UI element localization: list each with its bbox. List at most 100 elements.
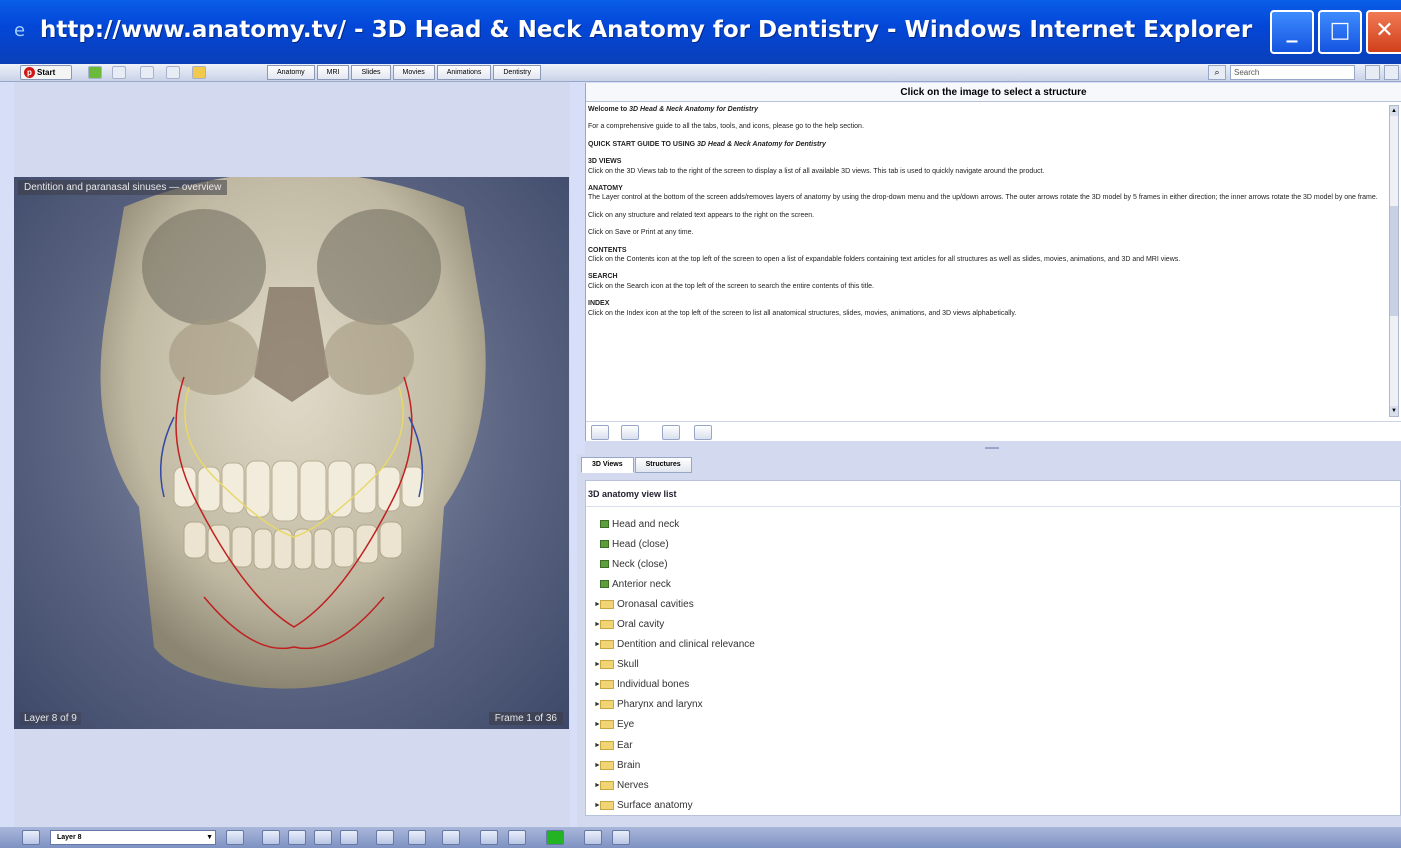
view-title-label: Dentition and paranasal sinuses — overvi…: [18, 180, 228, 195]
section-heading: ANATOMY: [588, 185, 623, 193]
highlight-toggle-icon[interactable]: [546, 830, 564, 845]
info-section: Click on any structure and related text …: [588, 211, 1388, 220]
folder-item[interactable]: ► Eye: [594, 715, 755, 735]
tab-anatomy[interactable]: Anatomy: [267, 65, 315, 80]
folder-item[interactable]: ► Pharynx and larynx: [594, 695, 755, 715]
tab-animations[interactable]: Animations: [436, 65, 492, 80]
index-icon[interactable]: [166, 66, 180, 79]
info-section: SEARCH Click on the Search icon at the to…: [588, 272, 1388, 291]
print-view-icon[interactable]: [480, 830, 498, 845]
section-text: Click on the Contents icon at the top le…: [588, 256, 1181, 264]
reset-view-icon[interactable]: [442, 830, 460, 845]
info-section: Click on Save or Print at any time.: [588, 228, 1388, 237]
list-item[interactable]: Head and neck: [594, 514, 755, 534]
list-item[interactable]: Head (close): [594, 534, 755, 554]
tab-movies[interactable]: Movies: [392, 65, 435, 80]
list-item[interactable]: Anterior neck: [594, 574, 755, 594]
folder-label: Ear: [617, 739, 633, 751]
next-icon[interactable]: [621, 425, 639, 440]
close-button[interactable]: ✕: [1366, 10, 1401, 54]
help-icon[interactable]: [1365, 65, 1380, 80]
rotate-right-icon[interactable]: [314, 830, 332, 845]
section-heading: SEARCH: [588, 273, 618, 281]
folder-label: Brain: [617, 759, 641, 771]
3d-view-icon: [600, 580, 609, 589]
scroll-up-icon[interactable]: ▲: [1390, 106, 1398, 116]
search-input[interactable]: Search: [1230, 65, 1355, 80]
folder-item[interactable]: ► Oral cavity: [594, 614, 755, 634]
skull-model-image[interactable]: [14, 177, 569, 729]
back-icon[interactable]: [112, 66, 126, 79]
folder-icon: [600, 800, 614, 810]
print-icon[interactable]: [662, 425, 680, 440]
layer-dropdown[interactable]: Layer 8 ▼: [50, 830, 216, 845]
3d-model-viewer[interactable]: Dentition and paranasal sinuses — overvi…: [14, 177, 569, 729]
settings-icon[interactable]: [1384, 65, 1399, 80]
start-button[interactable]: p Start: [20, 65, 72, 80]
rotate-left-icon[interactable]: [288, 830, 306, 845]
save-icon[interactable]: [694, 425, 712, 440]
list-item[interactable]: Neck (close): [594, 554, 755, 574]
folder-icon: [600, 620, 614, 630]
home-icon[interactable]: [88, 66, 102, 79]
rotate-right-fast-icon[interactable]: [340, 830, 358, 845]
tab-mri[interactable]: MRI: [316, 65, 350, 80]
folder-icon[interactable]: [192, 66, 206, 79]
layer-info-icon[interactable]: [22, 830, 40, 845]
rotate-left-fast-icon[interactable]: [262, 830, 280, 845]
folder-item[interactable]: ► Ear: [594, 735, 755, 755]
welcome-prefix: Welcome to: [588, 106, 630, 113]
save-view-icon[interactable]: [508, 830, 526, 845]
info-section: 3D VIEWS Click on the 3D Views tab to the…: [588, 157, 1388, 176]
chevron-down-icon[interactable]: ▼: [206, 831, 213, 844]
layer-up-arrow-icon[interactable]: [612, 830, 630, 845]
info-scrollbar[interactable]: ▲ ▼: [1389, 105, 1399, 417]
navigation-pane: 3D Views Structures 3D anatomy view list…: [577, 454, 1401, 827]
scroll-thumb[interactable]: [1390, 206, 1398, 316]
folder-item[interactable]: ► Dentition and clinical relevance: [594, 635, 755, 655]
tab-slides[interactable]: Slides: [351, 65, 391, 80]
folder-item[interactable]: ► Skull: [594, 655, 755, 675]
layer-up-icon[interactable]: [226, 830, 244, 845]
section-text: Click on any structure and related text …: [588, 211, 815, 219]
quickstart-prefix: QUICK START GUIDE TO USING: [588, 140, 698, 148]
folder-label: Surface anatomy: [617, 799, 693, 811]
tab-dentistry[interactable]: Dentistry: [493, 65, 541, 80]
folder-icon: [600, 720, 614, 730]
welcome-product: 3D Head & Neck Anatomy for Dentistry: [629, 106, 758, 113]
folder-item[interactable]: ► Brain: [594, 755, 755, 775]
maximize-button[interactable]: □: [1318, 10, 1362, 54]
pane-splitter[interactable]: [585, 441, 1401, 454]
start-label: Start: [37, 68, 56, 77]
minimize-button[interactable]: _: [1270, 10, 1314, 54]
intro-text: For a comprehensive guide to all the tab…: [588, 123, 864, 131]
tab-3d-views[interactable]: 3D Views: [581, 457, 634, 473]
folder-label: Nerves: [617, 779, 649, 791]
view-tree: Head and neck Head (close) Neck (close) …: [594, 514, 755, 815]
3d-view-icon: [600, 520, 609, 529]
folder-item[interactable]: ► Individual bones: [594, 675, 755, 695]
3d-view-icon: [600, 540, 609, 549]
list-item-label: Head (close): [612, 538, 669, 550]
info-toolbar: [586, 421, 1401, 441]
previous-icon[interactable]: [591, 425, 609, 440]
folder-item[interactable]: ► Nerves: [594, 775, 755, 795]
splitter-grip-icon[interactable]: [985, 447, 999, 449]
search-icon[interactable]: ⌕: [1208, 65, 1226, 80]
folder-item[interactable]: ► Oronasal cavities: [594, 594, 755, 614]
window-title-bar: e http://www.anatomy.tv/ - 3D Head & Nec…: [0, 0, 1401, 64]
info-section: CONTENTS Click on the Contents icon at th…: [588, 246, 1388, 265]
layer-down-icon[interactable]: [584, 830, 602, 845]
info-header: Click on the image to select a structure: [586, 83, 1401, 102]
folder-label: Oronasal cavities: [617, 598, 694, 610]
folder-icon: [600, 700, 614, 710]
tab-structures[interactable]: Structures: [634, 457, 692, 473]
folder-label: Dentition and clinical relevance: [617, 639, 755, 651]
zoom-out-icon[interactable]: [408, 830, 426, 845]
contents-icon[interactable]: [140, 66, 154, 79]
zoom-in-icon[interactable]: [376, 830, 394, 845]
scroll-down-icon[interactable]: ▼: [1390, 406, 1398, 416]
view-list-panel: 3D anatomy view list Head and neck Head …: [585, 480, 1401, 816]
folder-label: Oral cavity: [617, 619, 665, 631]
folder-item[interactable]: ► Surface anatomy: [594, 795, 755, 815]
